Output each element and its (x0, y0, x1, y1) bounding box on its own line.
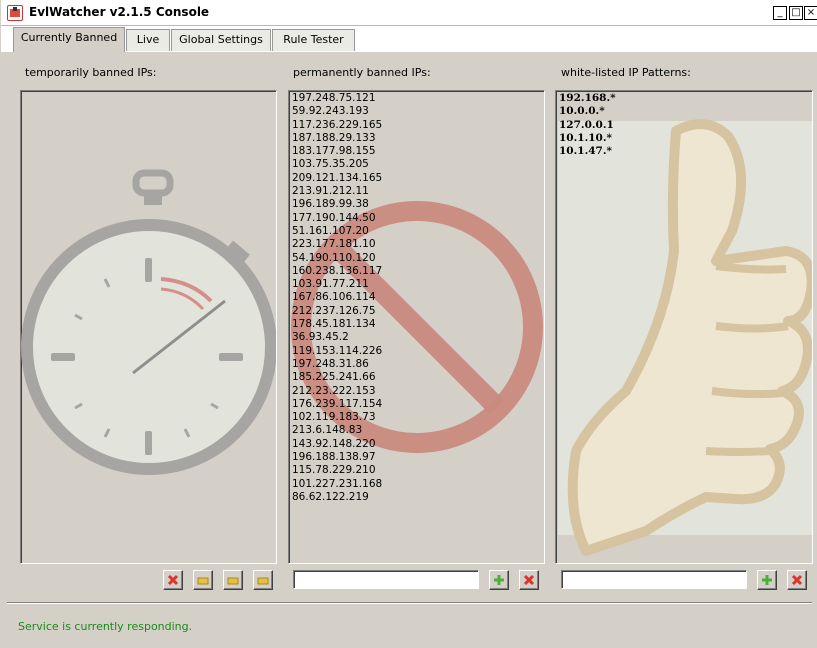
remove-whitelist-button[interactable] (787, 570, 807, 590)
permanent-ip-item[interactable]: 86.62.122.219 (291, 491, 382, 504)
whitelist-pattern-item[interactable]: 192.168.* (558, 92, 616, 105)
remove-temporary-ban-button[interactable] (163, 570, 183, 590)
permanent-ip-item[interactable]: 143.92.148.220 (291, 438, 382, 451)
close-button[interactable]: × (804, 6, 817, 20)
permanent-ip-item[interactable]: 213.6.148.83 (291, 424, 382, 437)
permanent-ip-item[interactable]: 119.153.114.226 (291, 345, 382, 358)
whitelist-pattern-list: 192.168.* 10.0.0.* 127.0.0.1 10.1.10.* 10.1.… (558, 92, 616, 158)
tab-global-settings[interactable]: Global Settings (171, 29, 271, 51)
folder-icon (227, 577, 239, 585)
permanent-ip-item[interactable]: 177.190.144.50 (291, 212, 382, 225)
status-text: Service is currently responding. (18, 620, 193, 633)
temporary-action-button-3[interactable] (253, 570, 273, 590)
window-title: EvlWatcher v2.1.5 Console (29, 5, 210, 19)
add-whitelist-button[interactable] (757, 570, 777, 590)
status-bar: Service is currently responding. (7, 602, 812, 644)
permanent-ip-item[interactable]: 178.45.181.134 (291, 318, 382, 331)
permanent-ip-item[interactable]: 187.188.29.133 (291, 132, 382, 145)
main-window: EvlWatcher v2.1.5 Console _ □ × Currentl… (0, 0, 817, 648)
permanent-ip-item[interactable]: 36.93.45.2 (291, 331, 382, 344)
permanent-ip-item[interactable]: 196.189.99.38 (291, 198, 382, 211)
permanent-ip-list: 197.248.75.121 59.92.243.193 117.236.229.1… (291, 92, 382, 504)
permanent-ip-item[interactable]: 183.177.98.155 (291, 145, 382, 158)
permanent-ip-item[interactable]: 197.248.31.86 (291, 358, 382, 371)
tab-rule-tester[interactable]: Rule Tester (272, 29, 355, 51)
permanent-ip-item[interactable]: 212.237.126.75 (291, 305, 382, 318)
permanent-ip-item[interactable]: 101.227.231.168 (291, 478, 382, 491)
tab-live[interactable]: Live (126, 29, 170, 51)
folder-icon (257, 577, 269, 585)
app-icon (7, 5, 23, 21)
permanent-ip-item[interactable]: 167.86.106.114 (291, 291, 382, 304)
add-icon (762, 575, 772, 585)
permanent-banned-list[interactable]: 197.248.75.121 59.92.243.193 117.236.229.1… (288, 90, 545, 564)
whitelist-pattern-item[interactable]: 10.1.10.* (558, 132, 616, 145)
maximize-button[interactable]: □ (789, 6, 803, 20)
permanent-ip-item[interactable]: 115.78.229.210 (291, 464, 382, 477)
tab-bar: Currently Banned Live Global Settings Ru… (1, 26, 817, 52)
permanent-ip-item[interactable]: 103.91.77.211 (291, 278, 382, 291)
remove-icon (167, 574, 179, 586)
permanent-ip-item[interactable]: 209.121.134.165 (291, 172, 382, 185)
permanent-ip-item[interactable]: 117.236.229.165 (291, 119, 382, 132)
temporary-action-button-2[interactable] (223, 570, 243, 590)
permanent-ip-item[interactable]: 213.91.212.11 (291, 185, 382, 198)
permanent-ip-item[interactable]: 102.119.183.73 (291, 411, 382, 424)
permanent-ip-item[interactable]: 59.92.243.193 (291, 105, 382, 118)
tab-currently-banned[interactable]: Currently Banned (13, 27, 125, 52)
permanent-banned-label: permanently banned IPs: (293, 66, 431, 79)
folder-icon (197, 577, 209, 585)
whitelist-label: white-listed IP Patterns: (561, 66, 691, 79)
whitelist-pattern-item[interactable]: 10.1.47.* (558, 145, 616, 158)
permanent-ip-input[interactable] (293, 570, 479, 589)
title-bar[interactable]: EvlWatcher v2.1.5 Console _ □ × (1, 0, 817, 26)
permanent-ip-item[interactable]: 223.177.181.10 (291, 238, 382, 251)
permanent-ip-item[interactable]: 54.190.110.120 (291, 252, 382, 265)
minimize-button[interactable]: _ (773, 6, 787, 20)
temporary-action-button-1[interactable] (193, 570, 213, 590)
add-permanent-ban-button[interactable] (489, 570, 509, 590)
temporary-banned-list[interactable] (20, 90, 277, 564)
permanent-ip-item[interactable]: 212.23.222.153 (291, 385, 382, 398)
permanent-ip-item[interactable]: 51.161.107.20 (291, 225, 382, 238)
whitelist-list[interactable]: 192.168.* 10.0.0.* 127.0.0.1 10.1.10.* 10.1.… (555, 90, 813, 564)
add-icon (494, 575, 504, 585)
whitelist-pattern-item[interactable]: 127.0.0.1 (558, 119, 616, 132)
remove-icon (523, 574, 535, 586)
stopwatch-icon (21, 169, 276, 475)
thumbs-up-icon (558, 119, 812, 556)
remove-permanent-ban-button[interactable] (519, 570, 539, 590)
permanent-ip-item[interactable]: 160.238.136.117 (291, 265, 382, 278)
permanent-ip-item[interactable]: 196.188.138.97 (291, 451, 382, 464)
permanent-ip-item[interactable]: 185.225.241.66 (291, 371, 382, 384)
temporary-banned-label: temporarily banned IPs: (25, 66, 157, 79)
permanent-ip-item[interactable]: 176.239.117.154 (291, 398, 382, 411)
permanent-ip-item[interactable]: 103.75.35.205 (291, 158, 382, 171)
remove-icon (791, 574, 803, 586)
whitelist-pattern-item[interactable]: 10.0.0.* (558, 105, 616, 118)
permanent-ip-item[interactable]: 197.248.75.121 (291, 92, 382, 105)
whitelist-pattern-input[interactable] (561, 570, 747, 589)
